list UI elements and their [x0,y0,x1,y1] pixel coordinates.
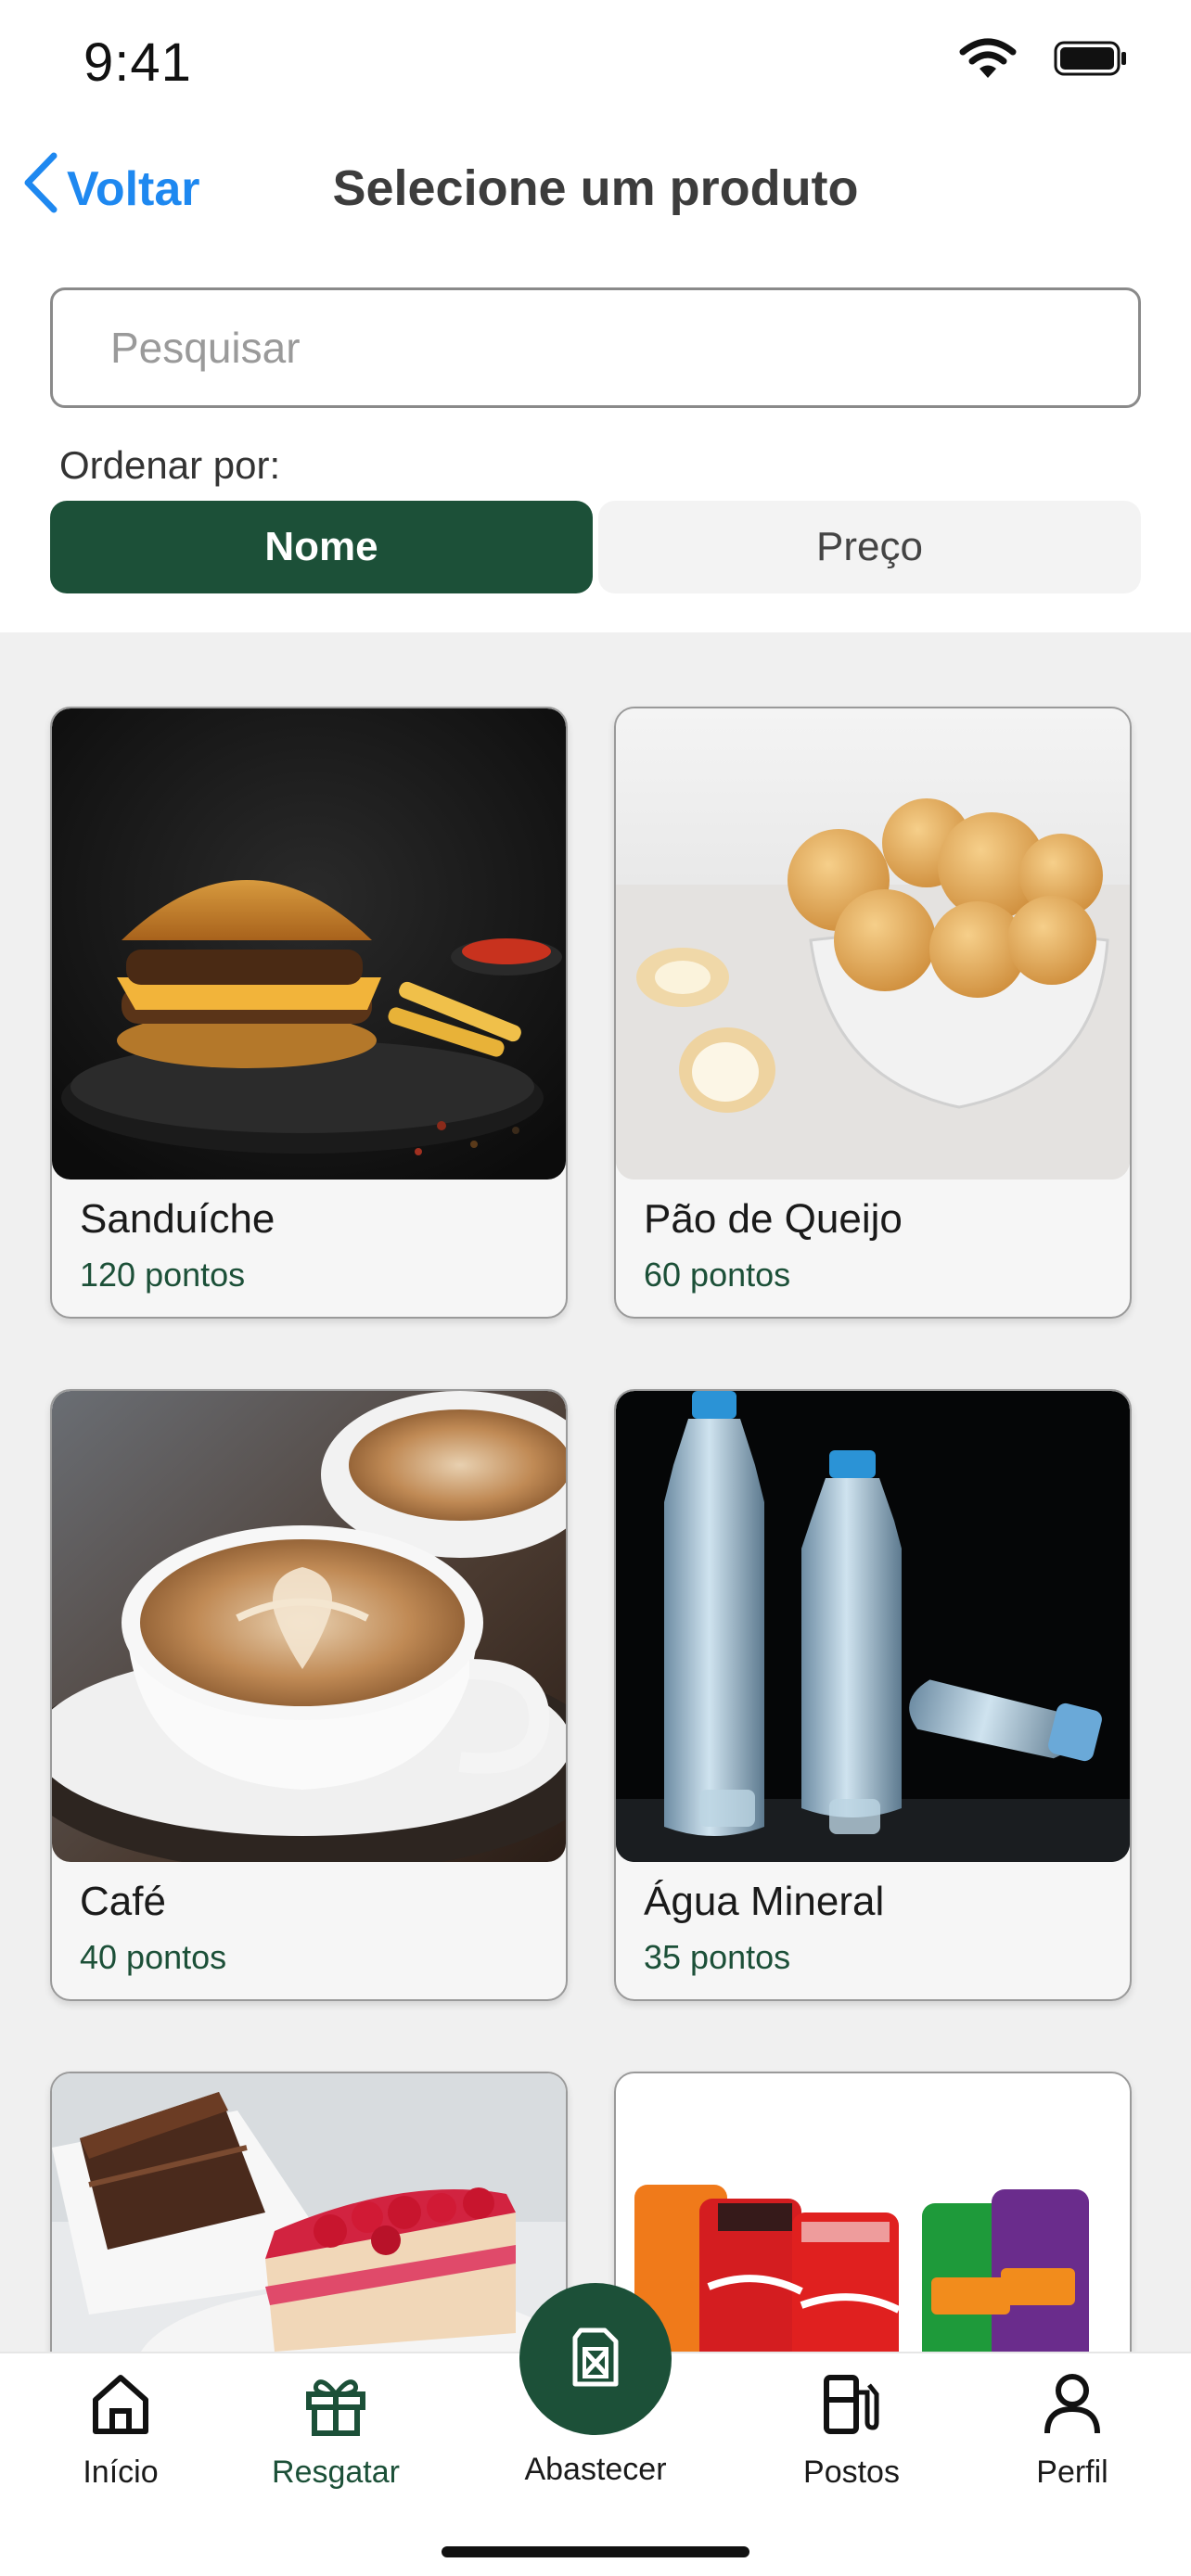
fuel-can-icon [568,2325,623,2394]
sort-option-price[interactable]: Preço [598,501,1141,593]
status-time: 9:41 [83,32,192,93]
user-icon [1042,2372,1103,2442]
home-icon [90,2372,151,2442]
tab-label: Postos [803,2455,900,2490]
product-grid: Sanduíche 120 pontos Pão de Queijo 60 po… [0,632,1191,2352]
tab-resgatar[interactable]: Resgatar [243,2372,429,2491]
cheese-bread-photo [616,708,1130,1180]
coffee-photo [52,1391,566,1862]
cake-photo [52,2073,566,2352]
abastecer-button[interactable] [519,2283,672,2435]
page-title: Selecione um produto [332,160,859,216]
product-points: 40 pontos [80,1938,227,1976]
tab-inicio[interactable]: Início [28,2372,213,2491]
tab-label: Início [83,2455,159,2490]
product-card-soda[interactable] [614,2072,1132,2352]
status-bar: 9:41 [0,0,1191,130]
header: Voltar Selecione um produto [0,139,1191,241]
water-bottles-photo [616,1391,1130,1862]
product-points: 60 pontos [644,1256,791,1294]
gas-station-icon [821,2372,882,2442]
burger-photo [52,708,566,1180]
sort-segmented-control: Nome Preço [50,501,1141,593]
product-card-cake[interactable] [50,2072,568,2352]
product-name: Água Mineral [644,1879,885,1924]
product-name: Café [80,1879,166,1924]
product-card-agua-mineral[interactable]: Água Mineral 35 pontos [614,1389,1132,2001]
battery-icon [1054,40,1128,82]
product-name: Sanduíche [80,1196,275,1242]
search-field [50,287,1141,408]
wifi-icon [959,37,1017,84]
sort-option-name[interactable]: Nome [50,501,593,593]
sort-label: Ordenar por: [59,443,281,487]
product-name: Pão de Queijo [644,1196,903,1242]
search-input[interactable] [53,290,1138,405]
status-icons [959,37,1128,84]
soda-cans-photo [616,2073,1130,2352]
product-card-pao-de-queijo[interactable]: Pão de Queijo 60 pontos [614,707,1132,1319]
product-points: 120 pontos [80,1256,246,1294]
tab-postos[interactable]: Postos [759,2372,944,2491]
gift-icon [303,2372,368,2442]
tab-perfil[interactable]: Perfil [980,2372,1165,2491]
tab-label: Resgatar [272,2455,400,2490]
product-card-sanduiche[interactable]: Sanduíche 120 pontos [50,707,568,1319]
abastecer-label: Abastecer [524,2452,667,2487]
product-card-cafe[interactable]: Café 40 pontos [50,1389,568,2001]
product-points: 35 pontos [644,1938,791,1976]
home-indicator [442,2546,749,2557]
tab-label: Perfil [1036,2455,1108,2490]
